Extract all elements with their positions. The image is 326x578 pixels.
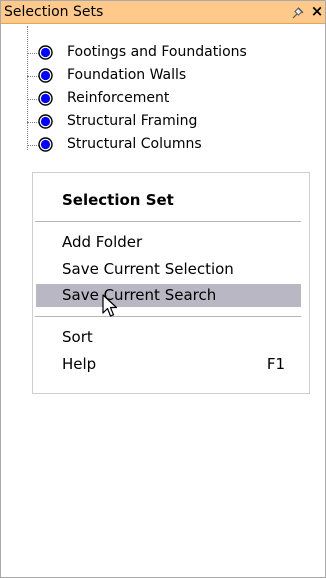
menu-item-save-current-selection[interactable]: Save Current Selection bbox=[36, 258, 301, 281]
context-menu: Selection Set Add Folder Save Current Se… bbox=[32, 172, 310, 394]
tree-item-structural-framing[interactable]: Structural Framing bbox=[27, 112, 317, 132]
mouse-cursor-icon bbox=[102, 294, 120, 320]
tree-item-foundation-walls[interactable]: Foundation Walls bbox=[27, 66, 317, 86]
selection-set-icon bbox=[38, 91, 53, 106]
tree-item-label: Structural Framing bbox=[67, 113, 198, 129]
selection-sets-tree: Footings and Foundations Foundation Wall… bbox=[1, 23, 325, 163]
close-icon[interactable]: × bbox=[310, 3, 324, 19]
tree-item-reinforcement[interactable]: Reinforcement bbox=[27, 89, 317, 109]
selection-set-icon bbox=[38, 45, 53, 60]
menu-item-help[interactable]: Help F1 bbox=[36, 353, 301, 376]
selection-set-icon bbox=[38, 68, 53, 83]
panel-title: Selection Sets bbox=[4, 4, 104, 20]
menu-item-label: Help bbox=[62, 355, 97, 373]
menu-item-sort[interactable]: Sort bbox=[36, 326, 301, 349]
tree-item-structural-columns[interactable]: Structural Columns bbox=[27, 135, 317, 155]
menu-item-label: Save Current Search bbox=[62, 286, 217, 304]
menu-separator bbox=[35, 316, 301, 317]
menu-item-label: Sort bbox=[62, 328, 93, 346]
tree-item-label: Footings and Foundations bbox=[67, 44, 247, 60]
pin-icon[interactable] bbox=[291, 5, 305, 19]
menu-item-label: Save Current Selection bbox=[62, 260, 234, 278]
context-menu-header: Selection Set bbox=[62, 191, 174, 209]
panel-titlebar[interactable]: Selection Sets × bbox=[1, 1, 325, 24]
tree-item-label: Foundation Walls bbox=[67, 67, 187, 83]
selection-set-icon bbox=[38, 114, 53, 129]
menu-item-save-current-search[interactable]: Save Current Search bbox=[36, 284, 301, 307]
tree-item-footings-and-foundations[interactable]: Footings and Foundations bbox=[27, 43, 317, 63]
menu-item-add-folder[interactable]: Add Folder bbox=[36, 231, 301, 254]
menu-separator bbox=[35, 221, 301, 222]
tree-item-label: Reinforcement bbox=[67, 90, 170, 106]
menu-item-shortcut: F1 bbox=[266, 355, 285, 373]
tree-item-label: Structural Columns bbox=[67, 136, 202, 152]
selection-set-icon bbox=[38, 137, 53, 152]
menu-item-label: Add Folder bbox=[62, 233, 143, 251]
selection-sets-panel: Selection Sets × Footings and Foundation… bbox=[0, 0, 326, 578]
